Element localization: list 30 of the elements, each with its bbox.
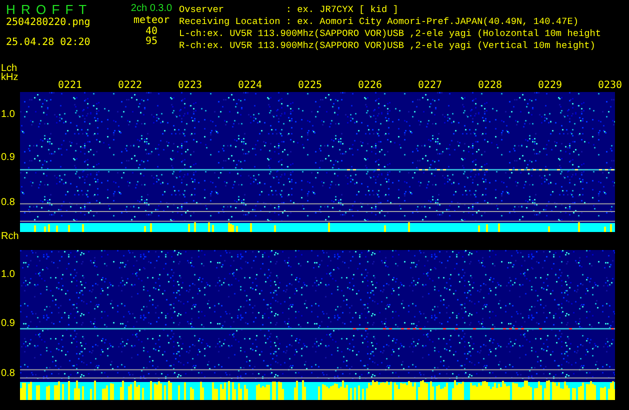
- axis-label: 0.8: [1, 197, 15, 209]
- time-label: 0222: [117, 80, 144, 91]
- axis-label: 0.8: [1, 368, 15, 380]
- station-info-line: R-ch:ex. UV5R 113.900Mhz(SAPPORO VOR)USB ,2-ele yagi (Vertical 10m height): [179, 40, 596, 52]
- station-info-line: L-ch:ex. UV5R 113.900Mhz(SAPPORO VOR)USB ,2-ele yagi (Holozontal 10m height: [179, 28, 601, 40]
- meteor-count: 40: [145, 27, 158, 37]
- date-time: 25.04.28 02:20: [6, 37, 92, 49]
- channel-label: Lch: [1, 64, 18, 73]
- time-label: 0228: [477, 80, 504, 91]
- app-title: H R O F F T: [6, 2, 89, 17]
- time-label: 0224: [237, 80, 264, 91]
- time-label: 0221: [57, 80, 84, 91]
- time-label: 0229: [537, 80, 564, 91]
- axis-label: 0.9: [1, 152, 15, 164]
- time-label: 0225: [297, 80, 324, 91]
- channel-label: Rch: [1, 232, 19, 241]
- axis-label: 1.0: [1, 108, 15, 121]
- time-label: 0227: [417, 80, 444, 91]
- version-label: 2ch 0.3.0: [130, 2, 172, 15]
- station-info-line: Ovserver : ex. JR7CYX [ kid ]: [179, 4, 400, 16]
- time-label: 0226: [357, 80, 384, 91]
- meteor-label: meteor: [133, 15, 170, 26]
- meteor-count: 95: [145, 37, 158, 47]
- unit-label: kHz: [1, 73, 18, 82]
- station-info-line: Receiving Location : ex. Aomori City Aomori-Pref.JAPAN(40.49N, 140.47E): [179, 16, 580, 28]
- time-label: 0223: [177, 80, 204, 91]
- axis-label: 1.0: [1, 268, 15, 280]
- time-label: 0230: [597, 80, 624, 91]
- file-name: 2504280220.png: [6, 17, 92, 29]
- axis-label: 0.9: [1, 318, 15, 330]
